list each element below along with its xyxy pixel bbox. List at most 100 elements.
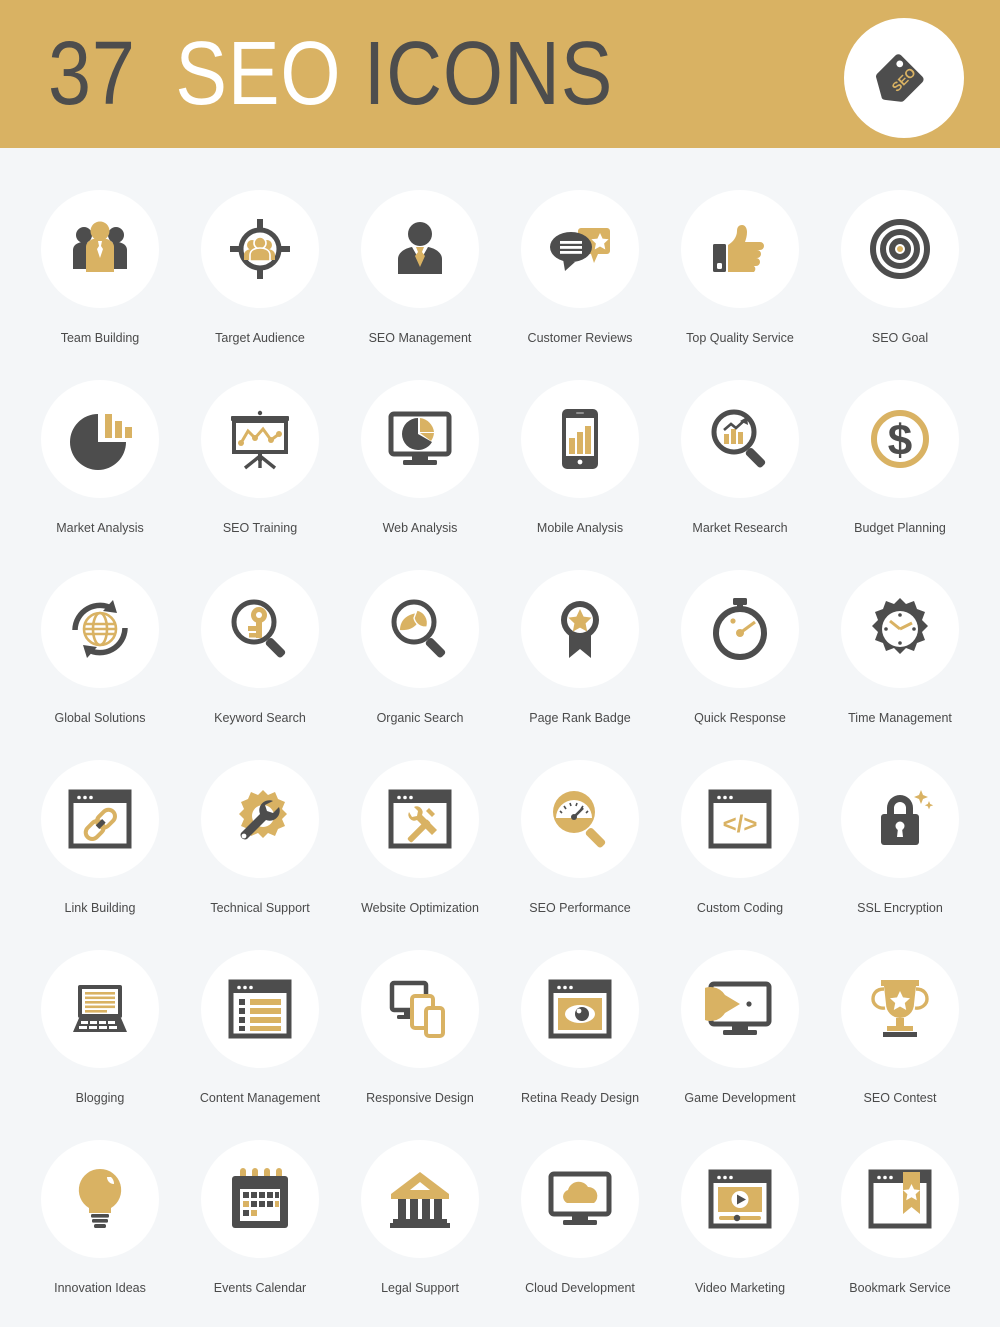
icon-cell[interactable]: Blogging [20,950,180,1140]
icon-cell[interactable]: Global Solutions [20,570,180,760]
icon-cell[interactable]: SEO Performance [500,760,660,950]
icon-disc[interactable] [201,380,319,498]
stopwatch-icon [713,598,767,660]
icon-disc[interactable]: $ [841,380,959,498]
icon-cell[interactable]: Customer Reviews [500,190,660,380]
icon-label: SEO Management [368,331,472,345]
icon-cell[interactable]: SEO Goal [820,190,980,380]
icon-cell[interactable]: Top Quality Service [660,190,820,380]
icon-disc[interactable] [521,380,639,498]
icon-label: Market Research [692,521,788,535]
icon-cell[interactable]: Market Research [660,380,820,570]
icon-label: Game Development [684,1091,796,1105]
icon-disc[interactable] [521,760,639,878]
icon-cell[interactable]: Legal Support [340,1140,500,1327]
icon-disc[interactable] [521,950,639,1068]
icon-disc[interactable] [41,1140,159,1258]
icon-cell[interactable]: SSL Encryption [820,760,980,950]
page-title: 37 SEO ICONS [48,26,613,122]
icon-disc[interactable] [201,570,319,688]
icon-disc-wrap[interactable]: SEO Training [180,380,340,570]
icon-label: Web Analysis [382,521,458,535]
monitor-cloud-icon [548,1171,612,1225]
browser-video-icon [708,1169,772,1229]
calendar-icon [232,1168,288,1228]
icon-cell[interactable]: Page Rank Badge [500,570,660,760]
icon-disc[interactable] [681,950,799,1068]
browser-chain-icon [68,789,132,849]
icon-cell[interactable]: SEO Management [340,190,500,380]
icon-disc[interactable] [681,570,799,688]
icon-disc[interactable] [201,1140,319,1258]
icon-label: SSL Encryption [857,901,943,915]
icon-disc[interactable] [521,190,639,308]
icon-cell[interactable]: Responsive Design [340,950,500,1140]
icon-cell[interactable]: Bookmark Service [820,1140,980,1327]
seo-tag-icon: SEO [875,54,924,102]
icon-cell[interactable]: Mobile Analysis [500,380,660,570]
icon-disc[interactable] [841,950,959,1068]
icon-disc[interactable] [361,950,479,1068]
thumbs-up-icon [713,225,764,272]
icon-disc[interactable] [361,1140,479,1258]
icon-label: Video Marketing [694,1281,786,1295]
icon-disc[interactable] [361,570,479,688]
icon-disc[interactable] [41,950,159,1068]
icon-cell[interactable]: Time Management [820,570,980,760]
icon-disc[interactable] [41,190,159,308]
icon-disc[interactable] [681,190,799,308]
icon-cell[interactable]: Organic Search [340,570,500,760]
icon-disc[interactable] [681,1140,799,1258]
icon-cell[interactable]: Target Audience [180,190,340,380]
icon-label: Blogging [75,1091,125,1105]
ribbon-star-icon [561,601,599,658]
icon-cell[interactable]: Video Marketing [660,1140,820,1327]
icon-label: Legal Support [381,1281,459,1295]
icon-disc[interactable] [841,190,959,308]
icon-label: Custom Coding [696,901,784,915]
icon-label: Technical Support [210,901,310,915]
icon-disc[interactable] [361,190,479,308]
icon-disc[interactable] [841,760,959,878]
icon-cell[interactable]: Content Management [180,950,340,1140]
magnifier-leaf-icon [391,599,446,658]
icon-cell[interactable]: Retina Ready Design [500,950,660,1140]
icon-disc[interactable] [681,380,799,498]
icon-disc[interactable] [361,380,479,498]
icon-cell[interactable]: Technical Support [180,760,340,950]
icon-cell[interactable]: Events Calendar [180,1140,340,1327]
icon-label: Budget Planning [854,521,946,535]
icon-disc[interactable] [41,380,159,498]
icon-label: SEO Contest [863,1091,937,1105]
icon-disc[interactable] [521,1140,639,1258]
icon-cell[interactable]: Link Building [20,760,180,950]
icon-disc[interactable] [41,570,159,688]
icon-cell[interactable]: $ Budget Planning [820,380,980,570]
icon-cell[interactable]: Keyword Search [180,570,340,760]
icon-cell[interactable]: Web Analysis [340,380,500,570]
icon-cell[interactable]: </> Custom Coding [660,760,820,950]
icon-disc[interactable] [841,570,959,688]
tablet-bars-icon [562,409,598,469]
icon-disc[interactable] [841,1140,959,1258]
icon-disc[interactable] [361,760,479,878]
icon-cell[interactable]: Website Optimization [340,760,500,950]
icon-disc[interactable] [201,760,319,878]
icon-disc[interactable] [201,950,319,1068]
icon-disc[interactable]: </> [681,760,799,878]
icon-disc[interactable] [41,760,159,878]
icon-cell[interactable]: Game Development [660,950,820,1140]
icon-disc[interactable] [521,570,639,688]
icon-label: SEO Training [222,521,298,535]
icon-cell[interactable]: Cloud Development [500,1140,660,1327]
icon-label: Global Solutions [54,711,146,725]
icon-cell[interactable]: Team Building [20,190,180,380]
icon-cell[interactable]: Market Analysis [20,380,180,570]
magnifier-growth-icon [711,409,766,468]
icon-cell[interactable]: SEO Contest [820,950,980,1140]
icon-cell[interactable]: Quick Response [660,570,820,760]
speech-bubbles-star-icon [550,228,610,271]
icon-cell[interactable]: Innovation Ideas [20,1140,180,1327]
padlock-sparkle-icon [881,790,934,845]
icon-disc[interactable] [201,190,319,308]
